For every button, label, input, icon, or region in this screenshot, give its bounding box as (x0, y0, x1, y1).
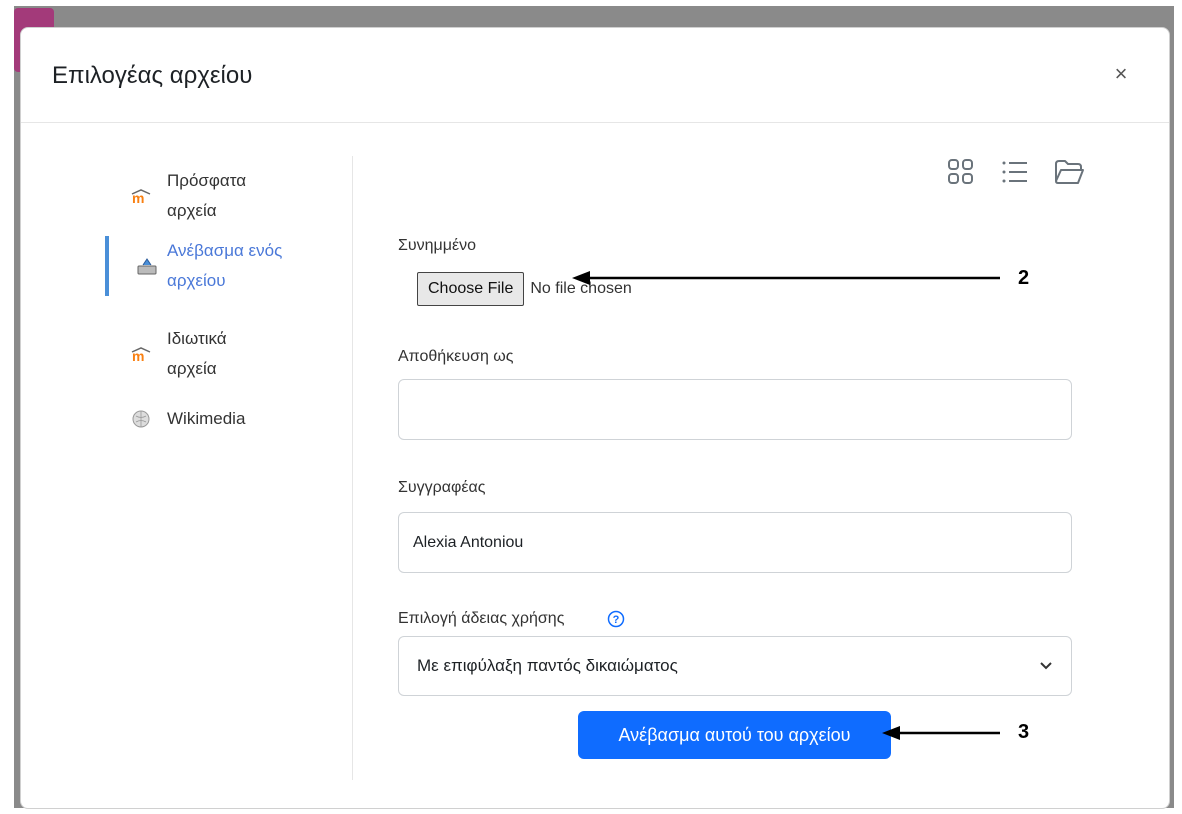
svg-text:?: ? (613, 614, 620, 626)
license-select-value: Με επιφύλαξη παντός δικαιώματος (417, 656, 678, 675)
author-label: Συγγραφέας (398, 479, 486, 496)
license-label: Επιλογή άδειας χρήσης (398, 610, 565, 627)
modal-header: Επιλογέας αρχείου × (21, 28, 1169, 123)
close-icon[interactable]: × (1111, 63, 1131, 85)
chevron-down-icon (1040, 662, 1052, 670)
moodle-icon: m (129, 184, 153, 208)
save-as-input[interactable] (398, 379, 1072, 440)
sidebar-item-label: Ιδιωτικά αρχεία (167, 329, 227, 378)
repository-sidebar: m Πρόσφατα αρχεία Ανέβασμα ενός αρχείου … (105, 156, 353, 780)
backdrop-edge (0, 0, 1182, 6)
grid-view-icon[interactable] (945, 156, 977, 188)
author-input[interactable] (398, 512, 1072, 573)
file-input-row: Choose File No file chosen (417, 272, 632, 306)
sidebar-item-label: Ανέβασμα ενός αρχείου (167, 241, 283, 290)
backdrop-edge (1174, 0, 1182, 814)
annotation-number: 2 (1018, 267, 1030, 289)
sidebar-item-label: Wikimedia (167, 409, 246, 428)
sidebar-item-wikimedia[interactable]: Wikimedia (105, 404, 351, 434)
backdrop-edge (0, 0, 14, 814)
moodle-icon: m (129, 342, 153, 366)
annotation-number: 3 (1018, 721, 1030, 743)
folder-view-icon[interactable] (1053, 156, 1085, 188)
help-icon[interactable]: ? (607, 610, 625, 628)
license-select[interactable]: Με επιφύλαξη παντός δικαιώματος (398, 636, 1072, 696)
file-picker-modal: Επιλογέας αρχείου × m Πρόσφατα αρχεία Αν… (20, 27, 1170, 809)
sidebar-item-private-files[interactable]: m Ιδιωτικά αρχεία (105, 324, 351, 384)
no-file-chosen-text: No file chosen (530, 280, 632, 297)
sidebar-item-label: Πρόσφατα αρχεία (167, 171, 247, 220)
sidebar-item-upload-file[interactable]: Ανέβασμα ενός αρχείου (105, 236, 351, 296)
choose-file-button[interactable]: Choose File (417, 272, 525, 306)
wikimedia-icon (129, 407, 153, 431)
upload-icon (135, 254, 159, 278)
svg-text:m: m (132, 348, 144, 362)
list-view-icon[interactable] (999, 156, 1031, 188)
upload-file-button[interactable]: Ανέβασμα αυτού του αρχείου (578, 711, 891, 759)
attachment-label: Συνημμένο (398, 237, 477, 254)
modal-title: Επιλογέας αρχείου (52, 62, 253, 89)
svg-text:m: m (132, 190, 144, 204)
save-as-label: Αποθήκευση ως (398, 348, 514, 365)
view-toggle-group (945, 156, 1085, 188)
sidebar-item-recent-files[interactable]: m Πρόσφατα αρχεία (105, 166, 351, 226)
